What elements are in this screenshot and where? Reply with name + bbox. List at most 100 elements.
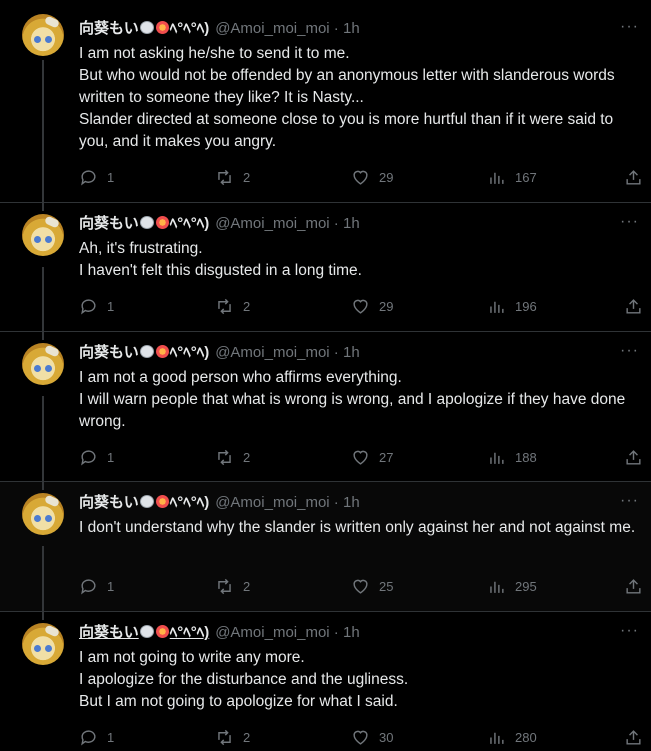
- tweet-4[interactable]: 向葵もい ﾍ°ﾍ°ﾍ) @Amoi_moi_moi · 1h ··· I don't…: [0, 482, 651, 612]
- retweet-button[interactable]: 2: [215, 577, 250, 596]
- retweet-icon: [218, 298, 231, 315]
- thread-connector: [42, 612, 44, 620]
- display-name[interactable]: 向葵もい ﾍ°ﾍ°ﾍ): [79, 20, 209, 37]
- bear-emoji-icon: [139, 625, 154, 638]
- lollipop-emoji-icon: [155, 21, 169, 34]
- retweet-button[interactable]: 2: [215, 448, 250, 467]
- heart-icon: [353, 450, 368, 465]
- share-button[interactable]: [624, 168, 643, 187]
- like-button[interactable]: 27: [351, 448, 393, 467]
- more-icon[interactable]: ···: [620, 18, 639, 36]
- thread-connector: [42, 396, 44, 482]
- share-button[interactable]: [624, 577, 643, 596]
- name-text: 向葵もい: [79, 20, 139, 37]
- share-button[interactable]: [624, 297, 643, 316]
- handle[interactable]: @Amoi_moi_moi · 1h: [215, 494, 359, 511]
- bear-emoji-icon: [139, 495, 154, 508]
- avatar[interactable]: [22, 343, 64, 385]
- more-icon[interactable]: ···: [620, 342, 639, 360]
- display-name[interactable]: 向葵もい ﾍ°ﾍ°ﾍ): [79, 344, 209, 361]
- tweet-actions: 1 2 29 167: [79, 168, 641, 188]
- retweet-button[interactable]: 2: [215, 297, 250, 316]
- views-icon: [490, 301, 504, 313]
- timestamp: 1h: [342, 494, 360, 511]
- avatar[interactable]: [22, 493, 64, 535]
- views-button[interactable]: 280: [487, 728, 537, 747]
- reply-icon: [81, 579, 96, 595]
- avatar[interactable]: [22, 214, 64, 256]
- views-button[interactable]: 295: [487, 577, 537, 596]
- views-icon: [490, 581, 504, 593]
- share-button[interactable]: [624, 728, 643, 747]
- share-icon: [626, 299, 641, 314]
- share-icon: [626, 450, 641, 465]
- reply-button[interactable]: 1: [79, 297, 114, 316]
- retweet-button[interactable]: 2: [215, 168, 250, 187]
- name-suffix: ﾍ°ﾍ°ﾍ): [169, 20, 210, 37]
- avatar[interactable]: [22, 623, 64, 665]
- tweet-actions: 1 2 27 188: [79, 448, 641, 468]
- share-icon: [626, 730, 641, 745]
- tweet-actions: 1 2 29 196: [79, 297, 641, 317]
- tweet-text: I am not a good person who affirms every…: [79, 369, 626, 430]
- views-button[interactable]: 188: [487, 448, 537, 467]
- reply-button[interactable]: 1: [79, 168, 114, 187]
- tweet-text: I am not asking he/she to send it to me.…: [79, 45, 615, 150]
- tweet-text: Ah, it's frustrating. I haven't felt this…: [79, 240, 362, 279]
- display-name[interactable]: 向葵もい ﾍ°ﾍ°ﾍ): [79, 494, 209, 511]
- handle[interactable]: @Amoi_moi_moi · 1h: [215, 20, 359, 37]
- tweet-2[interactable]: 向葵もい ﾍ°ﾍ°ﾍ) @Amoi_moi_moi · 1h ··· Ah, it'…: [0, 203, 651, 332]
- heart-icon: [353, 299, 368, 314]
- reply-icon: [81, 299, 96, 315]
- tweet-header: 向葵もい ﾍ°ﾍ°ﾍ) @Amoi_moi_moi · 1h: [79, 623, 360, 643]
- views-button[interactable]: 196: [487, 297, 537, 316]
- thread-connector: [42, 546, 44, 612]
- share-button[interactable]: [624, 448, 643, 467]
- display-name[interactable]: 向葵もい ﾍ°ﾍ°ﾍ): [79, 215, 209, 232]
- tweet-header: 向葵もい ﾍ°ﾍ°ﾍ) @Amoi_moi_moi · 1h: [79, 343, 360, 363]
- like-button[interactable]: 25: [351, 577, 393, 596]
- tweet-1[interactable]: 向葵もい ﾍ°ﾍ°ﾍ) @Amoi_moi_moi · 1h ··· I am no…: [0, 0, 651, 203]
- timestamp: 1h: [342, 20, 360, 37]
- more-icon[interactable]: ···: [620, 492, 639, 510]
- thread-connector: [42, 203, 44, 211]
- thread-connector: [42, 332, 44, 340]
- timestamp: 1h: [342, 624, 360, 641]
- share-icon: [626, 579, 641, 594]
- thread-connector: [42, 267, 44, 332]
- more-icon[interactable]: ···: [620, 213, 639, 231]
- tweet-text: I am not going to write any more. I apolo…: [79, 649, 409, 710]
- tweet-3[interactable]: 向葵もい ﾍ°ﾍ°ﾍ) @Amoi_moi_moi · 1h ··· I am no…: [0, 332, 651, 482]
- avatar[interactable]: [22, 14, 64, 56]
- reply-button[interactable]: 1: [79, 577, 114, 596]
- reply-button[interactable]: 1: [79, 728, 114, 747]
- tweet-actions: 1 2 25 295: [79, 577, 641, 597]
- like-button[interactable]: 29: [351, 168, 393, 187]
- bear-emoji-icon: [139, 216, 154, 229]
- views-icon: [490, 172, 504, 184]
- lollipop-emoji-icon: [155, 625, 169, 638]
- tweet-thread: 向葵もい ﾍ°ﾍ°ﾍ) @Amoi_moi_moi · 1h ··· I am no…: [0, 0, 651, 751]
- reply-button[interactable]: 1: [79, 448, 114, 467]
- retweet-icon: [218, 729, 231, 746]
- handle[interactable]: @Amoi_moi_moi · 1h: [215, 624, 359, 641]
- more-icon[interactable]: ···: [620, 622, 639, 640]
- thread-connector: [42, 482, 44, 490]
- views-button[interactable]: 167: [487, 168, 537, 187]
- reply-icon: [81, 450, 96, 466]
- retweet-icon: [218, 449, 231, 466]
- tweet-5[interactable]: 向葵もい ﾍ°ﾍ°ﾍ) @Amoi_moi_moi · 1h ··· I am no…: [0, 612, 651, 751]
- reply-icon: [81, 170, 96, 186]
- tweet-header: 向葵もい ﾍ°ﾍ°ﾍ) @Amoi_moi_moi · 1h: [79, 493, 360, 513]
- like-button[interactable]: 30: [351, 728, 393, 747]
- tweet-text: I don't understand why the slander is wr…: [79, 519, 636, 536]
- handle[interactable]: @Amoi_moi_moi · 1h: [215, 344, 359, 361]
- tweet-actions: 1 2 30 280: [79, 728, 641, 748]
- display-name[interactable]: 向葵もい ﾍ°ﾍ°ﾍ): [79, 624, 209, 641]
- retweet-button[interactable]: 2: [215, 728, 250, 747]
- thread-connector: [42, 60, 44, 203]
- handle[interactable]: @Amoi_moi_moi · 1h: [215, 215, 359, 232]
- like-button[interactable]: 29: [351, 297, 393, 316]
- lollipop-emoji-icon: [155, 216, 169, 229]
- heart-icon: [353, 579, 368, 594]
